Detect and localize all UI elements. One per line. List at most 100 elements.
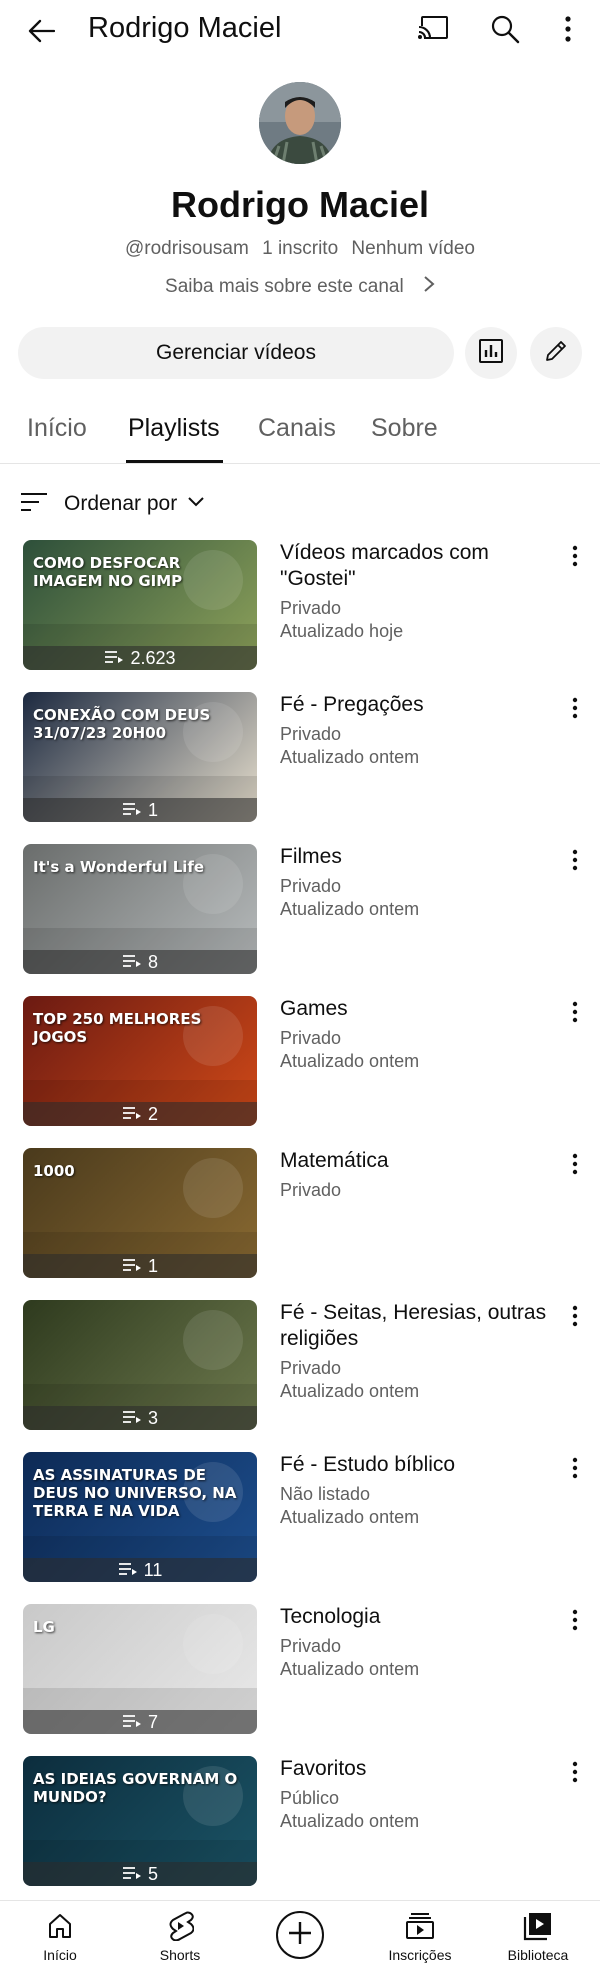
nav-inscricoes[interactable]: Inscrições bbox=[365, 1909, 475, 1963]
playlist-video-count: 5 bbox=[147, 1863, 158, 1884]
more-vert-icon[interactable] bbox=[568, 1760, 582, 1784]
manage-videos-button[interactable]: Gerenciar vídeos bbox=[18, 327, 454, 379]
playlist-privacy: Privado bbox=[280, 1180, 342, 1200]
channel-handle: @rodrisousam bbox=[125, 238, 249, 259]
sort-label: Ordenar por bbox=[64, 492, 178, 515]
playlist-title[interactable]: Vídeos marcados com "Gostei" bbox=[280, 540, 560, 592]
header-title: Rodrigo Maciel bbox=[88, 12, 282, 44]
chevron-down-icon bbox=[187, 495, 205, 513]
playlist-item[interactable]: COMO DESFOCAR IMAGEM NO GIMP 2.623 Vídeos … bbox=[0, 540, 600, 670]
video-count-overlay: 8 bbox=[23, 950, 257, 974]
about-channel-link[interactable]: Saiba mais sobre este canal bbox=[0, 275, 600, 299]
playlist-icon bbox=[122, 1712, 142, 1733]
channel-name: Rodrigo Maciel bbox=[170, 184, 430, 225]
playlist-thumbnail[interactable]: It's a Wonderful Life 8 bbox=[23, 844, 257, 974]
home-icon bbox=[5, 1909, 115, 1943]
analytics-button[interactable] bbox=[465, 327, 517, 379]
more-vert-icon[interactable] bbox=[568, 1608, 582, 1632]
playlist-icon bbox=[122, 1408, 142, 1429]
tab-inicio[interactable]: Início bbox=[27, 414, 87, 443]
thumbnail-caption: CONEXÃO COM DEUS 31/07/23 20H00 bbox=[33, 706, 211, 742]
nav-shorts[interactable]: Shorts bbox=[125, 1909, 235, 1963]
nav-biblioteca[interactable]: Biblioteca bbox=[483, 1909, 593, 1963]
nav-label: Inscrições bbox=[388, 1947, 452, 1963]
playlist-title[interactable]: Games bbox=[280, 996, 560, 1022]
subscriptions-icon bbox=[365, 1909, 475, 1943]
more-vert-icon[interactable] bbox=[568, 848, 582, 872]
playlist-item[interactable]: It's a Wonderful Life 8 Filmes Privado Atual… bbox=[0, 844, 600, 974]
playlist-title[interactable]: Tecnologia bbox=[280, 1604, 560, 1630]
playlist-thumbnail[interactable]: AS ASSINATURAS DE DEUS NO UNIVERSO, NA T… bbox=[23, 1452, 257, 1582]
playlist-video-count: 7 bbox=[147, 1711, 158, 1732]
playlist-thumbnail[interactable]: 1000 1 bbox=[23, 1148, 257, 1278]
playlist-item[interactable]: 3 Fé - Seitas, Heresias, outras religiões… bbox=[0, 1300, 600, 1430]
thumbnail-caption: TOP 250 MELHORES JOGOS bbox=[33, 1010, 202, 1046]
more-vert-icon[interactable] bbox=[556, 14, 580, 48]
playlist-video-count: 1 bbox=[147, 799, 158, 820]
playlist-thumbnail[interactable]: COMO DESFOCAR IMAGEM NO GIMP 2.623 bbox=[23, 540, 257, 670]
more-vert-icon[interactable] bbox=[568, 1000, 582, 1024]
video-count-overlay: 11 bbox=[23, 1558, 257, 1582]
create-button[interactable] bbox=[276, 1911, 324, 1959]
playlist-video-count: 2 bbox=[147, 1103, 158, 1124]
chevron-right-icon bbox=[423, 275, 435, 299]
playlist-item[interactable]: 1000 1 Matemática Privado bbox=[0, 1148, 600, 1278]
search-icon[interactable] bbox=[490, 14, 524, 48]
playlist-icon bbox=[122, 800, 142, 821]
more-vert-icon[interactable] bbox=[568, 1456, 582, 1480]
more-vert-icon[interactable] bbox=[568, 696, 582, 720]
more-vert-icon[interactable] bbox=[568, 1152, 582, 1176]
video-count: Nenhum vídeo bbox=[351, 238, 475, 259]
edit-channel-button[interactable] bbox=[530, 327, 582, 379]
playlist-item[interactable]: TOP 250 MELHORES JOGOS 2 Games Privado Atual… bbox=[0, 996, 600, 1126]
sort-button[interactable]: Ordenar por bbox=[20, 488, 205, 520]
create-icon bbox=[287, 1920, 313, 1951]
playlist-title[interactable]: Fé - Pregações bbox=[280, 692, 560, 718]
more-vert-icon[interactable] bbox=[568, 544, 582, 568]
playlist-thumbnail[interactable]: AS IDEIAS GOVERNAM O MUNDO? 5 bbox=[23, 1756, 257, 1886]
playlist-thumbnail[interactable]: TOP 250 MELHORES JOGOS 2 bbox=[23, 996, 257, 1126]
about-channel-label: Saiba mais sobre este canal bbox=[165, 276, 404, 298]
playlist-updated: Atualizado ontem bbox=[280, 1051, 420, 1071]
bottom-navigation: Início Shorts Inscrições Biblioteca bbox=[0, 1900, 600, 1970]
thumbnail-caption: LG bbox=[33, 1618, 55, 1636]
playlist-icon bbox=[122, 1256, 142, 1277]
playlist-thumbnail[interactable]: LG 7 bbox=[23, 1604, 257, 1734]
video-count-overlay: 2.623 bbox=[23, 646, 257, 670]
playlist-video-count: 8 bbox=[147, 951, 158, 972]
back-arrow-icon[interactable] bbox=[24, 14, 58, 48]
thumbnail-caption: AS ASSINATURAS DE DEUS NO UNIVERSO, NA T… bbox=[33, 1466, 237, 1520]
playlist-title[interactable]: Fé - Estudo bíblico bbox=[280, 1452, 560, 1478]
playlist-privacy: Privado bbox=[280, 598, 342, 618]
channel-avatar[interactable] bbox=[259, 82, 341, 164]
tab-canais[interactable]: Canais bbox=[258, 414, 336, 443]
playlist-item[interactable]: LG 7 Tecnologia Privado Atualizado ontem bbox=[0, 1604, 600, 1734]
playlist-icon bbox=[122, 1104, 142, 1125]
playlist-item[interactable]: CONEXÃO COM DEUS 31/07/23 20H00 1 Fé - Pre… bbox=[0, 692, 600, 822]
nav-inicio[interactable]: Início bbox=[5, 1909, 115, 1963]
playlist-thumbnail[interactable]: CONEXÃO COM DEUS 31/07/23 20H00 1 bbox=[23, 692, 257, 822]
more-vert-icon[interactable] bbox=[568, 1304, 582, 1328]
video-count-overlay: 1 bbox=[23, 798, 257, 822]
video-count-overlay: 2 bbox=[23, 1102, 257, 1126]
tab-sobre[interactable]: Sobre bbox=[371, 414, 438, 443]
nav-label: Início bbox=[43, 1947, 77, 1963]
playlist-privacy: Privado bbox=[280, 724, 342, 744]
playlist-privacy: Não listado bbox=[280, 1484, 371, 1504]
playlist-item[interactable]: AS ASSINATURAS DE DEUS NO UNIVERSO, NA T… bbox=[0, 1452, 600, 1582]
playlist-privacy: Privado bbox=[280, 1358, 342, 1378]
playlist-updated: Atualizado ontem bbox=[280, 1507, 420, 1527]
playlist-video-count: 11 bbox=[143, 1559, 163, 1580]
playlist-title[interactable]: Favoritos bbox=[280, 1756, 560, 1782]
nav-label: Biblioteca bbox=[507, 1947, 569, 1963]
tab-playlists[interactable]: Playlists bbox=[128, 414, 220, 443]
playlist-item[interactable]: AS IDEIAS GOVERNAM O MUNDO? 5 Favoritos Púb… bbox=[0, 1756, 600, 1886]
playlist-title[interactable]: Filmes bbox=[280, 844, 560, 870]
library-icon bbox=[483, 1909, 593, 1943]
cast-icon[interactable] bbox=[418, 14, 452, 48]
playlist-title[interactable]: Matemática bbox=[280, 1148, 560, 1174]
playlist-updated: Atualizado ontem bbox=[280, 1659, 420, 1679]
playlist-title[interactable]: Fé - Seitas, Heresias, outras religiões bbox=[280, 1300, 560, 1352]
playlist-updated: Atualizado ontem bbox=[280, 1381, 420, 1401]
playlist-thumbnail[interactable]: 3 bbox=[23, 1300, 257, 1430]
